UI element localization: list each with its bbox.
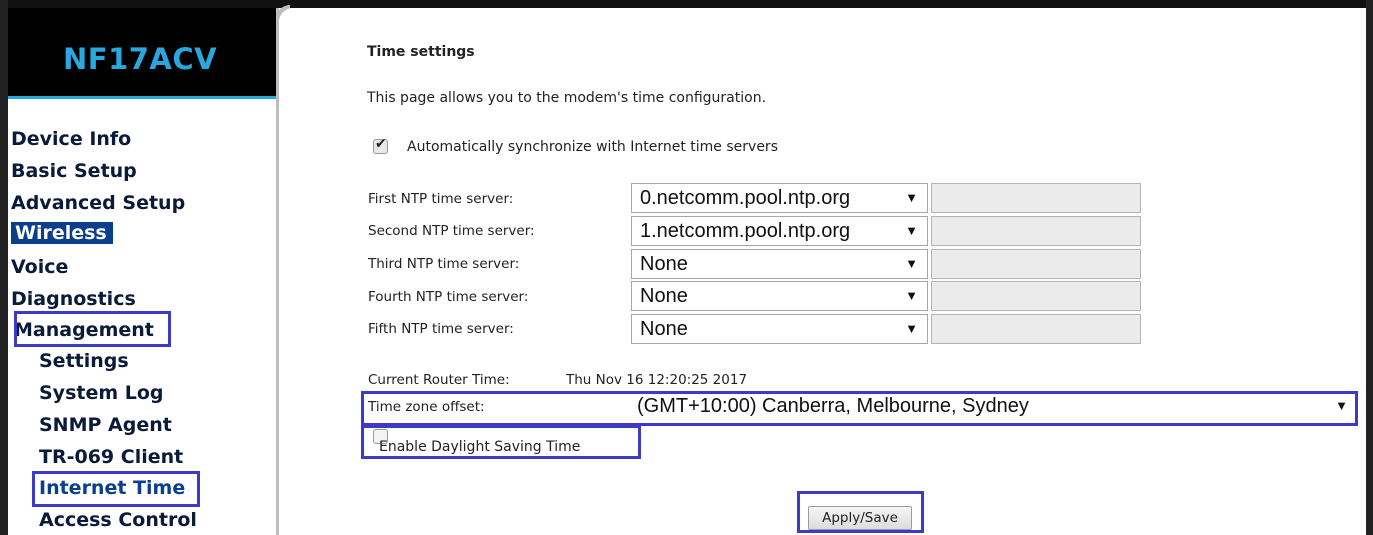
- ntp-server-5-select[interactable]: None ▼: [631, 314, 928, 344]
- current-time-label: Current Router Time:: [368, 372, 510, 388]
- dropdown-arrow-icon: ▼: [905, 190, 918, 205]
- sidebar-subitem-tr069-client[interactable]: TR-069 Client: [39, 445, 183, 469]
- ntp-server-2-custom-input[interactable]: [931, 216, 1141, 246]
- window-left-border: [0, 0, 8, 535]
- ntp-server-2-select[interactable]: 1.netcomm.pool.ntp.org ▼: [631, 216, 928, 246]
- sidebar-subitem-system-log[interactable]: System Log: [39, 381, 164, 405]
- checkmark-icon: ✔: [375, 136, 387, 152]
- dropdown-arrow-icon: ▼: [905, 321, 918, 336]
- highlight-apply-save: [797, 491, 924, 533]
- ntp-label-2: Second NTP time server:: [368, 223, 535, 239]
- auto-sync-checkbox[interactable]: ✔: [373, 136, 388, 154]
- sidebar-subitem-snmp-agent[interactable]: SNMP Agent: [39, 413, 172, 437]
- dropdown-arrow-icon: ▼: [905, 223, 918, 238]
- auto-sync-label: Automatically synchronize with Internet …: [407, 139, 778, 155]
- highlight-management: [14, 311, 171, 347]
- ntp-server-5-custom-input[interactable]: [931, 314, 1141, 344]
- sidebar-item-advanced-setup[interactable]: Advanced Setup: [11, 191, 185, 215]
- sidebar-subitem-settings[interactable]: Settings: [39, 349, 129, 373]
- sidebar: NF17ACV Device Info Basic Setup Advanced…: [8, 8, 276, 535]
- sidebar-divider: [276, 8, 279, 535]
- dropdown-arrow-icon: ▼: [905, 256, 918, 271]
- ntp-server-3-select[interactable]: None ▼: [631, 249, 928, 279]
- window-right-border: [1366, 0, 1373, 535]
- dropdown-arrow-icon: ▼: [905, 288, 918, 303]
- ntp-label-5: Fifth NTP time server:: [368, 321, 514, 337]
- ntp-server-1-select[interactable]: 0.netcomm.pool.ntp.org ▼: [631, 183, 928, 213]
- page-title: Time settings: [367, 44, 475, 60]
- ntp-server-4-select[interactable]: None ▼: [631, 281, 928, 311]
- ntp-label-3: Third NTP time server:: [368, 256, 520, 272]
- sidebar-item-device-info[interactable]: Device Info: [11, 127, 131, 151]
- brand-header: NF17ACV: [8, 8, 276, 99]
- ntp-server-1-value: 0.netcomm.pool.ntp.org: [640, 187, 851, 209]
- sidebar-item-basic-setup[interactable]: Basic Setup: [11, 159, 137, 183]
- highlight-timezone: [361, 391, 1358, 426]
- ntp-label-1: First NTP time server:: [368, 191, 514, 207]
- ntp-label-4: Fourth NTP time server:: [368, 289, 529, 305]
- sidebar-item-voice[interactable]: Voice: [11, 255, 68, 279]
- ntp-server-4-custom-input[interactable]: [931, 281, 1141, 311]
- ntp-server-1-custom-input[interactable]: [931, 183, 1141, 213]
- brand-logo: NF17ACV: [63, 42, 218, 76]
- highlight-dst: [361, 425, 641, 459]
- ntp-server-2-value: 1.netcomm.pool.ntp.org: [640, 220, 851, 242]
- highlight-internet-time: [32, 471, 200, 507]
- sidebar-item-diagnostics[interactable]: Diagnostics: [11, 287, 136, 311]
- sidebar-item-wireless[interactable]: Wireless: [11, 222, 113, 244]
- page-description: This page allows you to the modem's time…: [367, 90, 767, 106]
- ntp-server-4-value: None: [640, 285, 688, 307]
- ntp-server-5-value: None: [640, 318, 688, 340]
- ntp-server-3-value: None: [640, 253, 688, 275]
- ntp-server-3-custom-input[interactable]: [931, 249, 1141, 279]
- sidebar-subitem-access-control[interactable]: Access Control: [39, 508, 197, 532]
- window-top-border: [0, 0, 1373, 8]
- current-time-value: Thu Nov 16 12:20:25 2017: [566, 372, 748, 388]
